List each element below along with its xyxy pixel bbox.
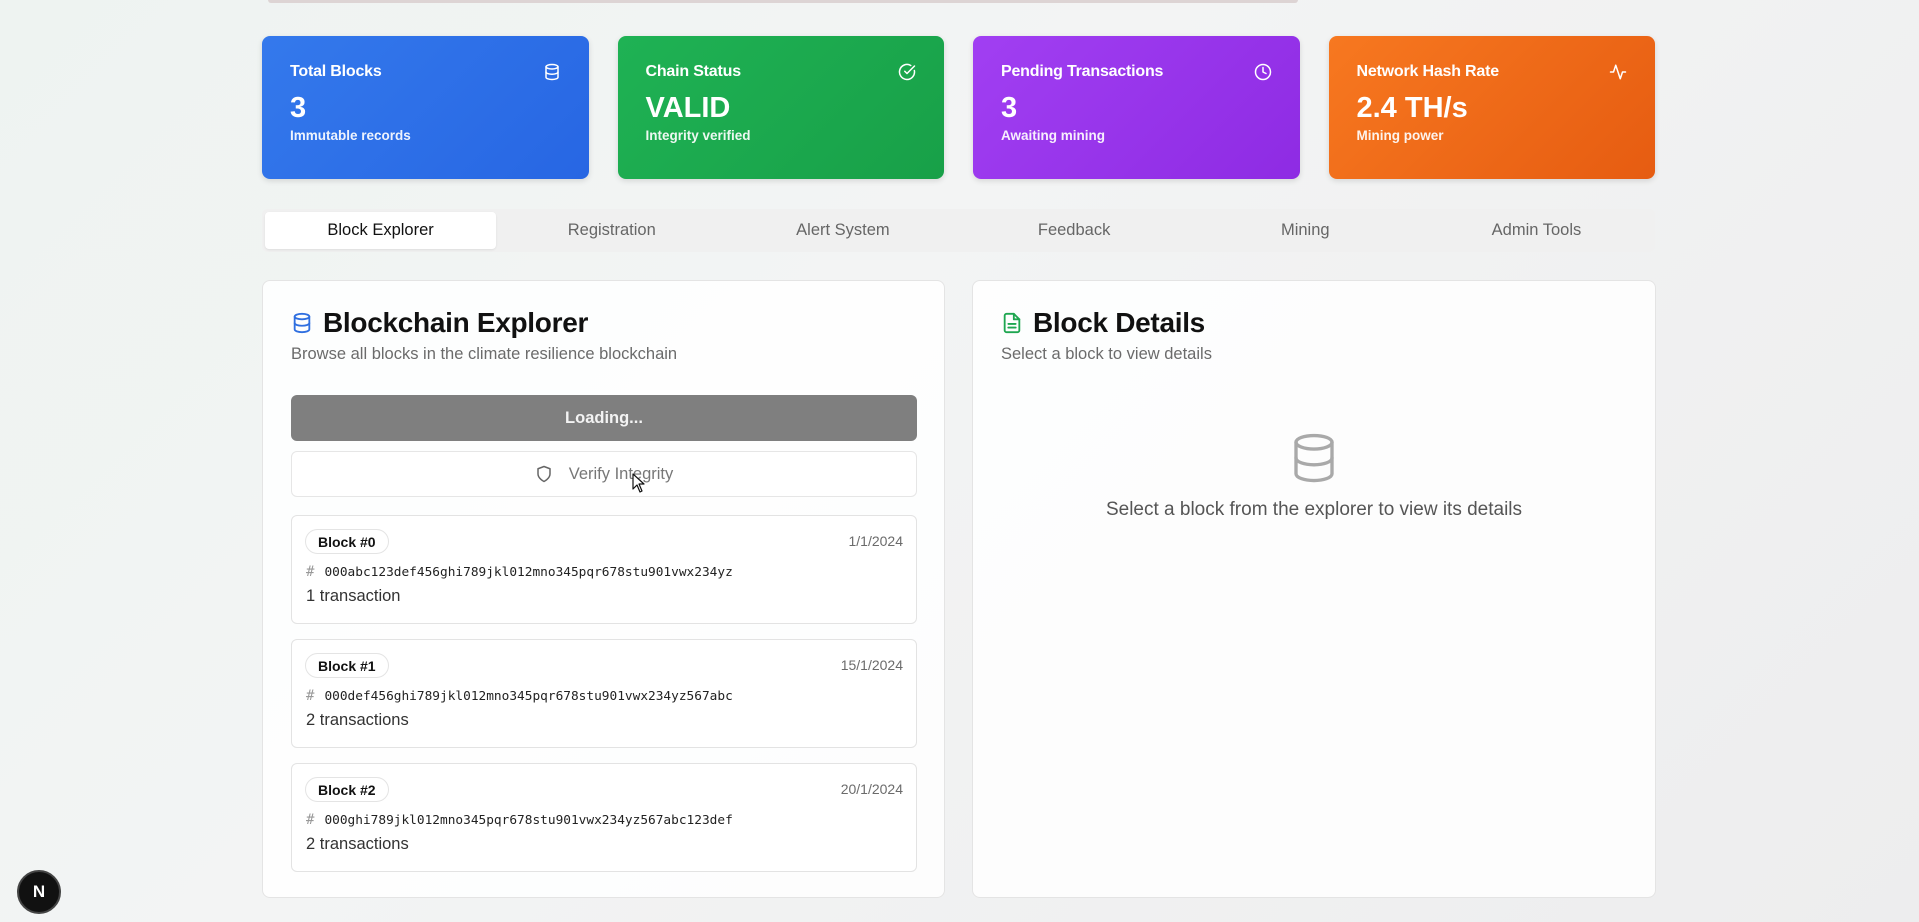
stat-card-pending-transactions: Pending Transactions 3 Awaiting mining (973, 36, 1300, 179)
tab-registration[interactable]: Registration (496, 212, 727, 249)
hash-icon: # (306, 688, 315, 704)
block-transaction-count: 2 transactions (306, 835, 409, 853)
stat-value: VALID (645, 92, 731, 124)
verify-integrity-label: Verify Integrity (568, 464, 674, 483)
tab-alert-system[interactable]: Alert System (727, 212, 958, 249)
database-icon (1287, 431, 1341, 485)
stat-subtitle: Mining power (1356, 128, 1444, 143)
block-hash-row: # 000ghi789jkl012mno345pqr678stu901vwx23… (306, 812, 733, 828)
panel-header: Blockchain Explorer (291, 307, 588, 339)
verify-integrity-button[interactable]: Verify Integrity (291, 451, 917, 497)
block-hash-row: # 000abc123def456ghi789jkl012mno345pqr67… (306, 564, 733, 580)
main-tabs: Block Explorer Registration Alert System… (262, 209, 1655, 252)
stat-subtitle: Immutable records (290, 128, 411, 143)
tab-block-explorer[interactable]: Block Explorer (265, 212, 497, 249)
stat-value: 3 (290, 92, 307, 124)
block-date: 15/1/2024 (840, 657, 903, 673)
empty-state-text: Select a block from the explorer to view… (1105, 499, 1523, 520)
stat-title: Pending Transactions (1001, 63, 1164, 80)
block-card[interactable]: Block #1 15/1/2024 # 000def456ghi789jkl0… (291, 639, 917, 748)
panel-title: Blockchain Explorer (323, 307, 589, 338)
block-transaction-count: 2 transactions (306, 711, 409, 729)
top-header-edge (268, 0, 1298, 3)
block-transaction-count: 1 transaction (306, 587, 401, 605)
stat-value: 3 (1001, 92, 1018, 124)
database-icon (543, 63, 561, 81)
panel-description: Browse all blocks in the climate resilie… (291, 345, 678, 363)
block-hash: 000abc123def456ghi789jkl012mno345pqr678s… (324, 564, 733, 580)
stat-subtitle: Integrity verified (645, 128, 751, 143)
activity-icon (1609, 63, 1627, 81)
panel-header: Block Details (1001, 307, 1205, 339)
stat-title: Total Blocks (290, 63, 382, 80)
block-card[interactable]: Block #0 1/1/2024 # 000abc123def456ghi78… (291, 515, 917, 624)
block-badge: Block #0 (305, 529, 389, 554)
stats-row: Total Blocks 3 Immutable records Chain S… (262, 36, 1655, 179)
block-date: 1/1/2024 (848, 533, 904, 549)
hash-icon: # (306, 564, 315, 580)
clock-icon (1254, 63, 1272, 81)
panel-title: Block Details (1033, 307, 1205, 338)
stat-card-total-blocks: Total Blocks 3 Immutable records (262, 36, 589, 179)
dev-tools-badge[interactable]: N (17, 870, 61, 914)
block-badge: Block #1 (305, 653, 389, 678)
tab-feedback[interactable]: Feedback (959, 212, 1190, 249)
block-date: 20/1/2024 (840, 781, 903, 797)
check-circle-icon (898, 63, 916, 81)
block-badge: Block #2 (305, 777, 389, 802)
stat-title: Network Hash Rate (1356, 63, 1500, 80)
block-details-panel: Block Details Select a block to view det… (972, 280, 1656, 898)
stat-card-network-hash-rate: Network Hash Rate 2.4 TH/s Mining power (1328, 36, 1655, 179)
stat-value: 2.4 TH/s (1356, 92, 1468, 124)
shield-icon (535, 465, 553, 483)
file-text-icon (1001, 312, 1023, 334)
database-icon (291, 312, 313, 334)
stat-subtitle: Awaiting mining (1001, 128, 1105, 143)
stat-card-chain-status: Chain Status VALID Integrity verified (617, 36, 944, 179)
block-hash: 000ghi789jkl012mno345pqr678stu901vwx234y… (324, 812, 733, 828)
mouse-cursor-icon (632, 473, 645, 493)
blockchain-explorer-panel: Blockchain Explorer Browse all blocks in… (262, 280, 945, 898)
tab-mining[interactable]: Mining (1190, 212, 1421, 249)
hash-icon: # (306, 812, 315, 828)
tab-admin-tools[interactable]: Admin Tools (1421, 212, 1652, 249)
block-hash: 000def456ghi789jkl012mno345pqr678stu901v… (324, 688, 733, 704)
loading-button[interactable]: Loading... (291, 395, 917, 441)
block-hash-row: # 000def456ghi789jkl012mno345pqr678stu90… (306, 688, 733, 704)
stat-title: Chain Status (645, 63, 742, 80)
block-card[interactable]: Block #2 20/1/2024 # 000ghi789jkl012mno3… (291, 763, 917, 872)
panel-description: Select a block to view details (1001, 345, 1212, 363)
